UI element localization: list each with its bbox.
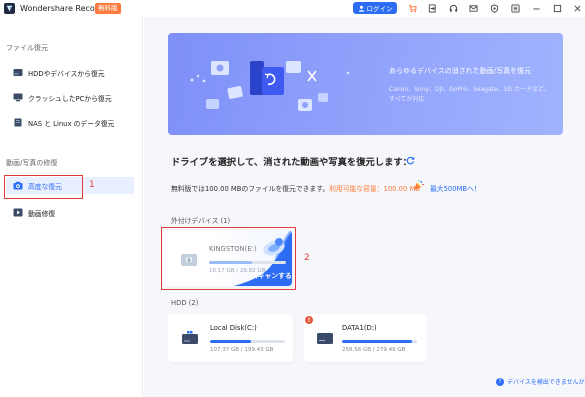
free-quota-available: 利用可能な容量：100.00 MB [329, 185, 420, 193]
shield-icon[interactable] [489, 3, 499, 13]
sidebar-item-video-repair[interactable]: 動画修復 [6, 204, 134, 221]
free-quota-prefix: 無料版では100.00 MBのファイルを復元できます。 [171, 185, 330, 193]
device-not-detected-link[interactable]: ? デバイスを検出できませんか？ [496, 377, 585, 386]
hdd-group-label: HDD (2) [171, 299, 199, 307]
banner-subtitle: Canon、Sony、DJI、GoPro、Seagate、SD カードなど、すべ… [389, 86, 550, 103]
windows-drive-icon [182, 331, 198, 344]
nas-icon [13, 118, 23, 127]
sidebar-item-label: 動画修復 [28, 209, 56, 218]
maximize-icon[interactable] [552, 3, 562, 13]
headset-icon[interactable] [448, 3, 458, 13]
drive-select-heading: ドライブを選択して、消された動画や写真を復元します： [171, 157, 412, 168]
hdd-icon [317, 333, 333, 344]
free-quota-text: 無料版では100.00 MBのファイルを復元できます。利用可能な容量：100.0… [171, 183, 420, 193]
drive-card-local-c[interactable]: Local Disk(C:) 107.37 GB / 199.43 GB [168, 314, 293, 362]
drive-usage-bar [210, 340, 285, 343]
drive-name: Local Disk(C:) [210, 324, 257, 332]
sidebar-item-label: NAS と Linux のデータ復元 [28, 119, 115, 128]
annotation-label-2: 2 [304, 253, 310, 263]
drive-name: DATA1(D:) [342, 324, 377, 332]
drive-usage-bar [342, 340, 417, 343]
login-button[interactable]: ログイン [353, 2, 397, 14]
annotation-label-1: 1 [89, 180, 95, 190]
warning-icon: ! [305, 316, 313, 324]
app-logo-icon [4, 3, 15, 14]
banner-title: あらゆるデバイスの消された動画/写真を復元 [389, 67, 532, 75]
help-link-label: デバイスを検出できませんか？ [507, 379, 585, 386]
user-icon [358, 5, 364, 12]
refresh-icon[interactable] [406, 156, 415, 165]
sidebar-item-hdd-recovery[interactable]: HDDやデバイスから復元 [6, 64, 134, 81]
cart-icon[interactable] [407, 3, 417, 13]
close-icon[interactable] [572, 3, 582, 13]
menu-icon[interactable] [510, 3, 520, 13]
banner-illustration [190, 61, 350, 111]
monitor-icon [13, 93, 23, 102]
sign-in-icon[interactable] [427, 3, 437, 13]
free-version-badge: 無料版 [95, 3, 121, 14]
question-icon: ? [496, 377, 504, 386]
minimize-icon[interactable] [531, 3, 541, 13]
video-repair-icon [13, 208, 23, 217]
annotation-box-2 [161, 227, 296, 290]
annotation-box-1 [4, 175, 83, 199]
drive-size: 107.37 GB / 199.43 GB [210, 347, 274, 353]
sidebar-item-nas-linux[interactable]: NAS と Linux のデータ復元 [6, 114, 134, 131]
hdd-icon [13, 68, 23, 77]
sidebar-item-label: HDDやデバイスから復元 [28, 69, 105, 78]
section-title-file-recovery: ファイル復元 [6, 44, 48, 52]
promo-banner[interactable]: あらゆるデバイスの消された動画/写真を復元 Canon、Sony、DJI、GoP… [168, 33, 563, 135]
drive-size: 258.56 GB / 279.49 GB [342, 347, 406, 353]
mail-icon[interactable] [468, 3, 478, 13]
external-devices-label: 外付けデバイス (1) [171, 217, 231, 225]
section-title-video-repair: 動画/写真の修復 [6, 159, 58, 167]
title-bar: Wondershare Recoverit 無料版 ログイン [0, 0, 585, 17]
party-popper-icon [413, 180, 424, 191]
sidebar-item-crashed-pc[interactable]: クラッシュしたPCから復元 [6, 89, 134, 106]
upgrade-link[interactable]: 最大500MBへ！ [430, 183, 481, 193]
sidebar-item-label: クラッシュしたPCから復元 [28, 94, 112, 103]
drive-card-data1-d[interactable]: ! DATA1(D:) 258.56 GB / 279.49 GB [304, 314, 427, 362]
sidebar: ファイル復元 HDDやデバイスから復元 クラッシュしたPCから復元 NAS と … [0, 17, 143, 397]
main-panel: あらゆるデバイスの消された動画/写真を復元 Canon、Sony、DJI、GoP… [144, 17, 585, 397]
login-label: ログイン [366, 5, 393, 13]
